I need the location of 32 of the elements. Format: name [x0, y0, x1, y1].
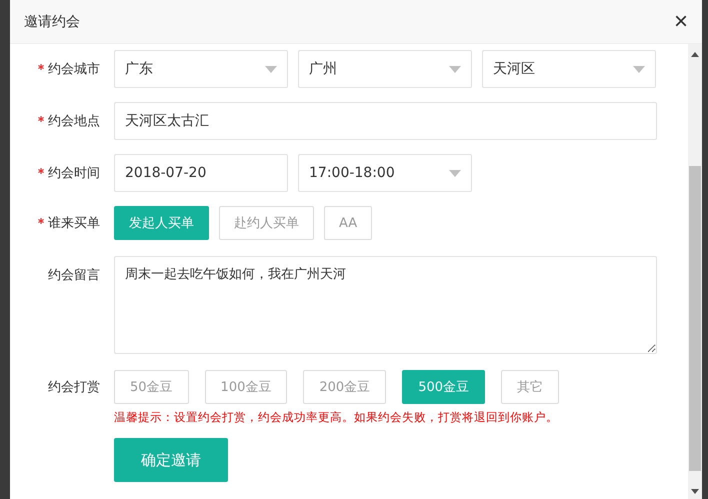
option-button[interactable]: 500金豆 [402, 370, 486, 404]
field-label: 约会城市 [48, 61, 100, 78]
option-button[interactable]: 其它 [501, 370, 560, 404]
caret-icon [265, 66, 277, 72]
scrollbar[interactable] [688, 44, 702, 499]
field-label: 谁来买单 [48, 215, 100, 232]
dropdown-field[interactable]: 天河区 [482, 50, 656, 88]
dialog-title: 邀请约会 [24, 12, 80, 30]
option-button[interactable]: 100金豆 [204, 370, 288, 404]
caret-icon [449, 170, 461, 176]
dropdown-field[interactable]: 广东 [114, 50, 288, 88]
input-field[interactable]: 天河区太古汇 [114, 102, 657, 140]
dropdown-field[interactable]: 广州 [298, 50, 472, 88]
option-button[interactable]: AA [324, 206, 372, 240]
dropdown-field[interactable]: 17:00-18:00 [298, 154, 472, 192]
close-button[interactable]: × [674, 10, 688, 34]
option-button[interactable]: 50金豆 [114, 370, 189, 404]
message-field[interactable]: 周末一起去吃午饭如何，我在广州天河 [114, 256, 657, 354]
option-button[interactable]: 赴约人买单 [219, 206, 314, 240]
field-label: 约会地点 [48, 113, 100, 130]
option-button[interactable]: 200金豆 [303, 370, 386, 404]
scroll-down-icon[interactable] [691, 489, 699, 494]
scroll-up-icon[interactable] [691, 52, 699, 57]
date-field[interactable]: 2018-07-20 [114, 154, 288, 192]
submit-button[interactable]: 确定邀请 [114, 438, 228, 482]
option-button[interactable]: 发起人买单 [114, 206, 209, 240]
caret-icon [449, 66, 461, 72]
hint-text: 温馨提示：设置约会打赏，约会成功率更高。如果约会失败，打赏将退回到你账户。 [114, 410, 559, 425]
field-label: 约会时间 [48, 165, 100, 182]
caret-icon [633, 66, 645, 72]
field-label: 约会打赏 [48, 379, 100, 396]
field-label: 约会留言 [48, 267, 100, 284]
